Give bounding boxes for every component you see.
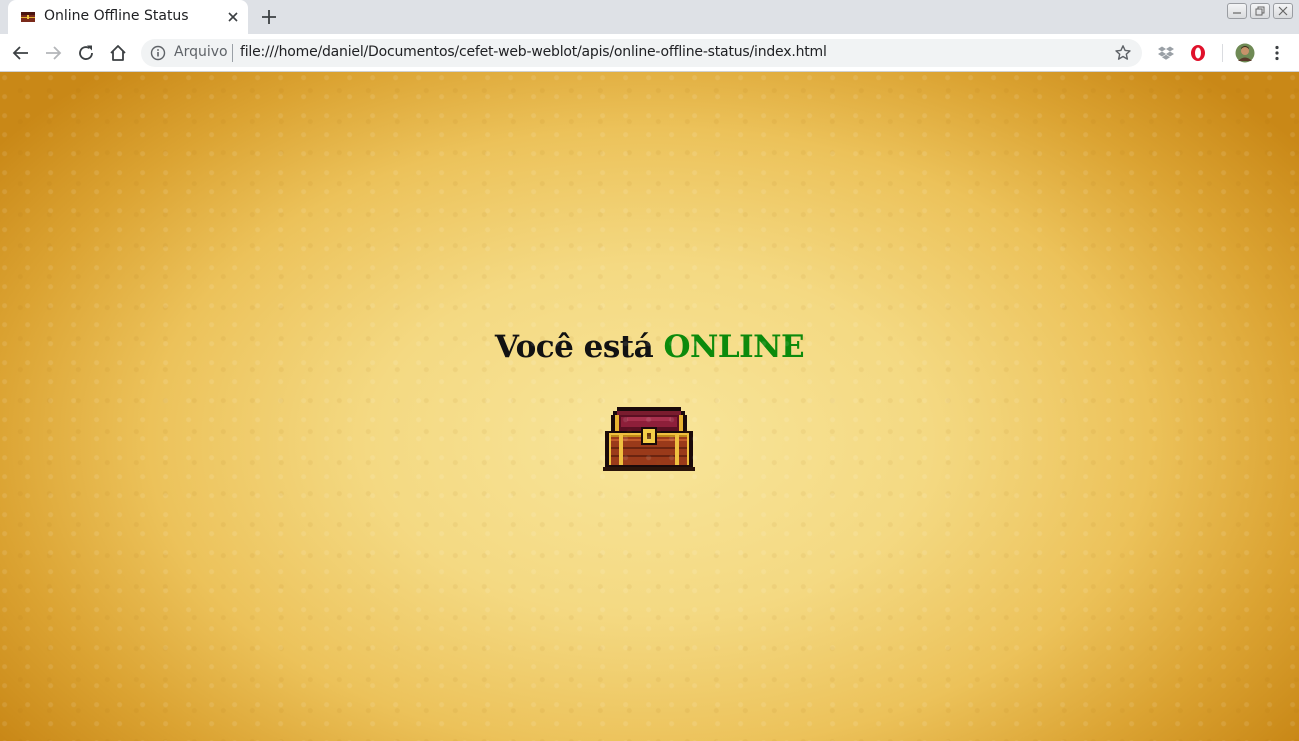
opera-icon — [1191, 45, 1205, 61]
status-value: ONLINE — [663, 329, 805, 365]
window-controls — [1227, 3, 1293, 19]
more-vert-icon — [1275, 45, 1279, 61]
home-icon — [110, 45, 126, 61]
restore-button[interactable] — [1250, 3, 1270, 19]
minimize-icon — [1233, 12, 1241, 14]
back-button[interactable] — [9, 41, 33, 65]
close-window-button[interactable] — [1273, 3, 1293, 19]
status-prefix: Você está — [494, 329, 654, 365]
close-icon[interactable] — [225, 9, 241, 25]
tab-title: Online Offline Status — [44, 8, 189, 24]
profile-button[interactable] — [1233, 41, 1257, 65]
new-tab-icon[interactable] — [259, 7, 279, 27]
page-viewport: Você está ONLINE — [0, 72, 1299, 741]
status-heading: Você está ONLINE — [0, 329, 1299, 365]
avatar — [1235, 43, 1255, 63]
info-icon[interactable] — [150, 45, 166, 61]
browser-toolbar: Arquivo file:///home/daniel/Documentos/c… — [0, 34, 1299, 72]
extensions-divider — [1222, 44, 1223, 62]
treasure-chest-icon — [603, 407, 695, 471]
treasure-chest-icon — [21, 12, 35, 22]
arrow-left-icon — [12, 46, 28, 60]
opera-extension-button[interactable] — [1186, 41, 1210, 65]
omnibox-divider — [232, 44, 233, 62]
menu-button[interactable] — [1265, 41, 1289, 65]
tab-strip: Online Offline Status — [0, 0, 1299, 34]
security-chip-label[interactable]: Arquivo — [174, 44, 228, 60]
tab-active[interactable]: Online Offline Status — [8, 0, 248, 34]
url-text[interactable]: file:///home/daniel/Documentos/cefet-web… — [240, 44, 827, 60]
close-window-icon — [1278, 6, 1288, 16]
reload-icon — [79, 45, 93, 60]
reload-button[interactable] — [74, 41, 98, 65]
forward-button[interactable] — [41, 41, 65, 65]
dropbox-extension-button[interactable] — [1154, 41, 1178, 65]
dropbox-icon — [1158, 46, 1174, 60]
home-button[interactable] — [106, 41, 130, 65]
arrow-right-icon — [46, 46, 62, 60]
minimize-button[interactable] — [1227, 3, 1247, 19]
restore-icon — [1255, 6, 1265, 16]
bookmark-star-icon[interactable] — [1114, 44, 1132, 62]
address-bar[interactable]: Arquivo file:///home/daniel/Documentos/c… — [141, 39, 1142, 67]
